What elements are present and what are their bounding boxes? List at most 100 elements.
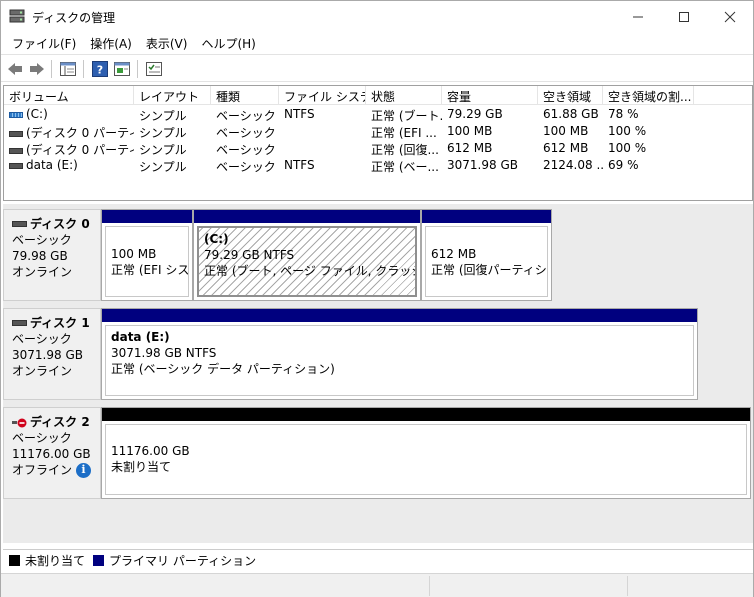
close-button[interactable] (707, 1, 753, 32)
column-header-layout[interactable]: レイアウト (134, 86, 211, 105)
partition-block[interactable]: 612 MB 正常 (回復パーティション (421, 209, 552, 301)
partition-label: (C:) (204, 232, 229, 246)
toolbar-separator (83, 60, 84, 78)
window-title: ディスクの管理 (32, 11, 116, 25)
partition-block[interactable]: data (E:) 3071.98 GB NTFS 正常 (ベーシック データ … (101, 308, 698, 400)
action-pane-button[interactable] (112, 59, 132, 79)
volume-row[interactable]: (C:) シンプル ベーシック NTFS 正常 (ブート... 79.29 GB… (4, 106, 752, 123)
disk-row: ディスク 2 ベーシック 11176.00 GB オフライン i 11176.0… (3, 407, 751, 499)
volume-capacity: 3071.98 GB (447, 158, 518, 172)
minimize-button[interactable] (615, 1, 661, 32)
disk-name: ディスク 0 (30, 217, 90, 231)
maximize-button[interactable] (661, 1, 707, 32)
column-header-free-space[interactable]: 空き領域 (538, 86, 603, 105)
column-header-capacity[interactable]: 容量 (442, 86, 538, 105)
partition-block-selected[interactable]: (C:) 79.29 GB NTFS 正常 (ブート, ページ ファイル, クラ… (193, 209, 421, 301)
info-icon[interactable]: i (76, 462, 92, 478)
console-tree-button[interactable] (58, 59, 78, 79)
partition-size: 11176.00 GB (111, 444, 190, 458)
column-header-status[interactable]: 状態 (366, 86, 442, 105)
menu-help[interactable]: ヘルプ(H) (194, 32, 262, 54)
minimize-icon (633, 16, 643, 17)
status-pane-divider (429, 576, 430, 596)
volume-capacity: 612 MB (447, 141, 493, 155)
partition-size: 612 MB (431, 247, 477, 261)
disk-info-panel[interactable]: ディスク 1 ベーシック 3071.98 GB オンライン (3, 308, 101, 400)
volume-capacity: 100 MB (447, 124, 493, 138)
disk-status: オンライン (12, 265, 73, 279)
volume-type: ベーシック (216, 126, 276, 140)
console-tree-icon (60, 62, 76, 76)
volume-type: ベーシック (216, 160, 276, 174)
disk-management-window: ディスクの管理 ファイル(F) 操作(A) 表示(V) ヘルプ(H) ? ボリュ… (0, 0, 754, 597)
partition-block[interactable]: 100 MB 正常 (EFI システ (101, 209, 193, 301)
volume-status: 正常 (ブート... (371, 109, 442, 123)
legend-item-unallocated: 未割り当て (9, 552, 85, 569)
partition-status: 正常 (ブート, ページ ファイル, クラッシュ ダンプ, (204, 264, 415, 278)
legend: 未割り当て プライマリ パーティション (3, 549, 753, 571)
drive-icon (9, 162, 23, 169)
legend-swatch (93, 555, 105, 566)
partition-size: 79.29 GB NTFS (204, 248, 295, 262)
column-header-type[interactable]: 種類 (211, 86, 279, 105)
forward-button[interactable] (27, 59, 47, 79)
disk-type: ベーシック (12, 233, 72, 247)
toolbar: ? (1, 54, 753, 82)
disk-name: ディスク 1 (30, 316, 90, 330)
volume-filesystem: NTFS (284, 107, 315, 121)
menu-file[interactable]: ファイル(F) (5, 32, 83, 54)
disk-info-panel[interactable]: ディスク 0 ベーシック 79.98 GB オンライン (3, 209, 101, 301)
volume-capacity: 79.29 GB (447, 107, 503, 121)
column-header-percent-free[interactable]: 空き領域の割... (603, 86, 694, 105)
disk-row: ディスク 1 ベーシック 3071.98 GB オンライン data (E:) … (3, 308, 701, 400)
close-icon (724, 11, 736, 22)
volume-percent-free: 100 % (608, 141, 647, 155)
help-button[interactable]: ? (90, 59, 110, 79)
disk-info-panel[interactable]: ディスク 2 ベーシック 11176.00 GB オフライン i (3, 407, 101, 499)
volume-percent-free: 69 % (608, 158, 639, 172)
partition-size: 100 MB (111, 247, 157, 261)
legend-label: プライマリ パーティション (109, 554, 257, 568)
properties-icon (146, 62, 162, 76)
volume-free-space: 2124.08 ... (543, 158, 603, 172)
volume-free-space: 61.88 GB (543, 107, 599, 121)
back-arrow-icon (8, 63, 22, 75)
unallocated-block[interactable]: 11176.00 GB 未割り当て (101, 407, 751, 499)
drive-icon (9, 130, 23, 137)
drive-icon (9, 147, 23, 154)
menu-bar: ファイル(F) 操作(A) 表示(V) ヘルプ(H) (1, 32, 753, 54)
disk-row: ディスク 0 ベーシック 79.98 GB オンライン 100 MB 正常 (E… (3, 209, 555, 301)
volume-list: ボリューム レイアウト 種類 ファイル システム 状態 容量 空き領域 空き領域… (3, 85, 753, 201)
volume-type: ベーシック (216, 109, 276, 123)
toolbar-separator (137, 60, 138, 78)
volume-row[interactable]: data (E:) シンプル ベーシック NTFS 正常 (ベー... 3071… (4, 157, 752, 174)
disk-graphical-view: ディスク 0 ベーシック 79.98 GB オンライン 100 MB 正常 (E… (3, 204, 753, 543)
disk-status: オフライン (12, 463, 73, 477)
partition-header-bar (422, 210, 551, 223)
disk-size: 11176.00 GB (12, 447, 91, 461)
partition-status: 正常 (回復パーティション (431, 263, 547, 277)
disk-name: ディスク 2 (30, 415, 90, 429)
menu-view[interactable]: 表示(V) (139, 32, 195, 54)
menu-action[interactable]: 操作(A) (83, 32, 139, 54)
volume-row[interactable]: (ディスク 0 パーティシ... シンプル ベーシック 正常 (EFI ... … (4, 123, 752, 140)
disk-status: オンライン (12, 364, 73, 378)
legend-label: 未割り当て (25, 554, 86, 568)
column-header-filesystem[interactable]: ファイル システム (279, 86, 366, 105)
column-header-volume[interactable]: ボリューム (4, 86, 134, 105)
status-pane-divider (627, 576, 628, 596)
disk-size: 3071.98 GB (12, 348, 83, 362)
volume-layout: シンプル (139, 160, 187, 174)
back-button[interactable] (5, 59, 25, 79)
volume-filesystem (279, 123, 366, 140)
volume-percent-free: 100 % (608, 124, 647, 138)
offline-disk-icon (12, 417, 27, 428)
properties-button[interactable] (144, 59, 164, 79)
action-pane-icon (114, 62, 130, 76)
disk-size: 79.98 GB (12, 249, 68, 263)
volume-name: (ディスク 0 パーティシ... (26, 126, 134, 140)
disk-type: ベーシック (12, 332, 72, 346)
volume-row[interactable]: (ディスク 0 パーティシ... シンプル ベーシック 正常 (回復... 61… (4, 140, 752, 157)
partition-status: 正常 (EFI システ (111, 263, 189, 277)
disk-type: ベーシック (12, 431, 72, 445)
